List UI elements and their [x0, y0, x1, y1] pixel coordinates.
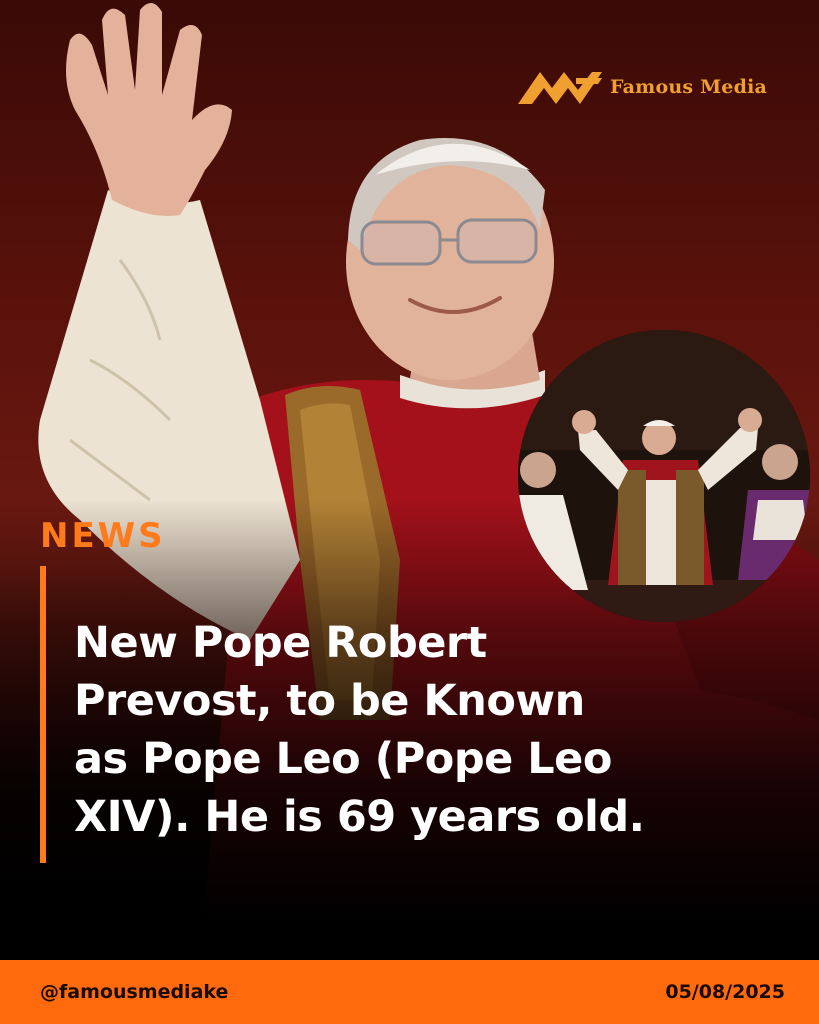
headline: New Pope Robert Prevost, to be Known as … — [74, 618, 645, 842]
headline-accent-bar — [40, 566, 46, 863]
news-post: Famous Media NEWS New Pope Robert Prevos… — [0, 0, 819, 1024]
post-date: 05/08/2025 — [665, 981, 785, 1003]
category-label: NEWS — [40, 516, 166, 556]
brand-name: Famous Media — [610, 76, 767, 98]
famous-media-logo-icon — [518, 72, 602, 104]
inset-photo — [518, 330, 810, 622]
social-handle: @famousmediake — [40, 981, 229, 1003]
footer-bar: @famousmediake 05/08/2025 — [0, 960, 819, 1024]
brand-logo: Famous Media — [518, 66, 767, 108]
